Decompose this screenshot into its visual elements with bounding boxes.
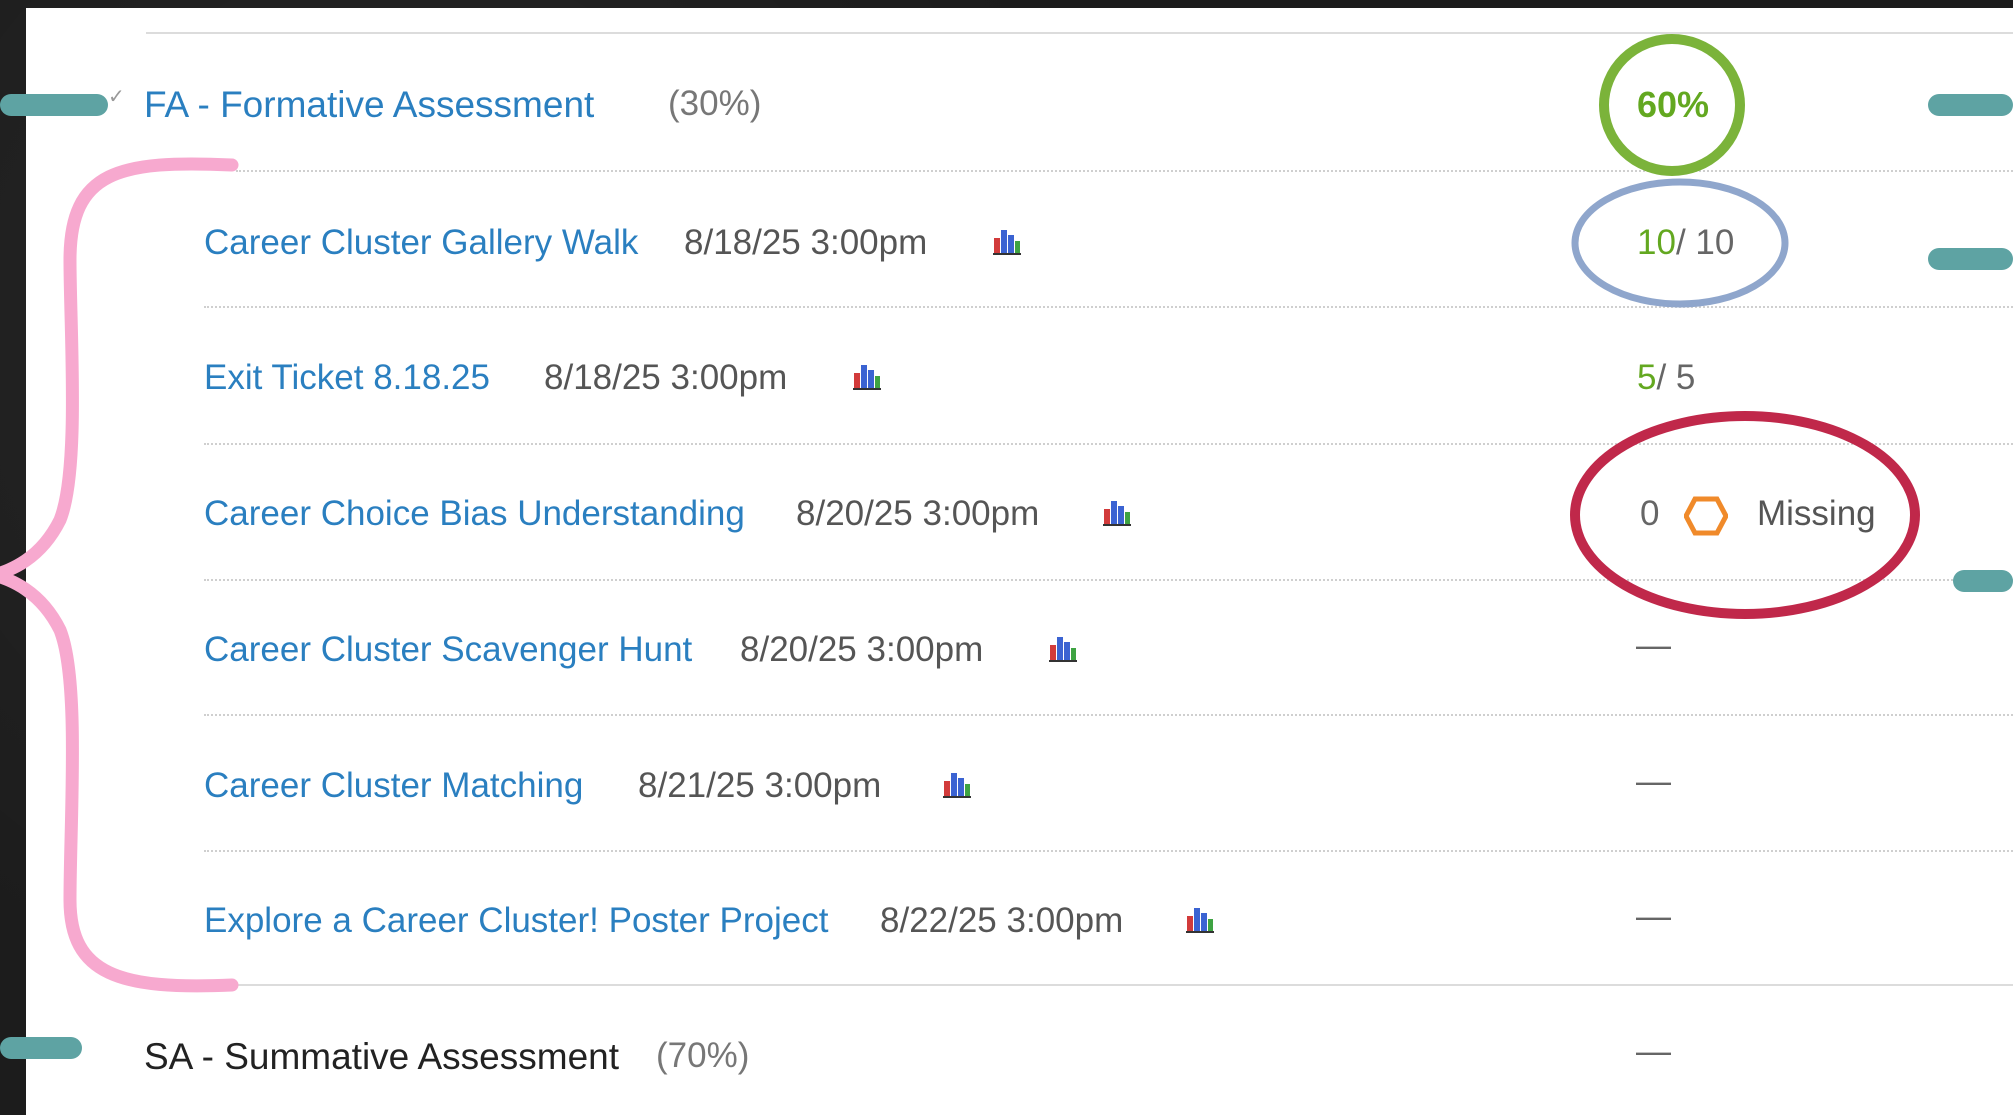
category-title-summative[interactable]: SA - Summative Assessment <box>144 1036 619 1078</box>
assignment-score: — <box>1636 762 1671 801</box>
bar-chart-icon[interactable] <box>1185 904 1215 934</box>
gradebook-panel: ✓ FA - Formative Assessment (30%) 60% Ca… <box>26 8 2013 1115</box>
assignment-due-date: 8/18/25 3:00pm <box>684 223 928 262</box>
category-grade-summative: — <box>1636 1032 1671 1071</box>
row-divider <box>204 443 2013 445</box>
row-divider <box>204 579 2013 581</box>
assignment-score: — <box>1636 897 1671 936</box>
category-title-formative[interactable]: FA - Formative Assessment <box>144 84 594 126</box>
assignment-score: — <box>1636 626 1671 665</box>
assignment-score: 0 <box>1640 494 1660 533</box>
assignment-due-date: 8/22/25 3:00pm <box>880 901 1124 940</box>
assignment-title[interactable]: Exit Ticket 8.18.25 <box>204 358 490 398</box>
bar-chart-icon[interactable] <box>992 226 1022 256</box>
teal-marker <box>0 1037 82 1059</box>
category-grade-formative: 60% <box>1637 84 1710 125</box>
assignment-score: 5/ 5 <box>1637 358 1695 398</box>
assignment-due-date: 8/20/25 3:00pm <box>796 494 1040 533</box>
assignment-title[interactable]: Career Cluster Gallery Walk <box>204 223 638 263</box>
category-divider <box>146 984 2013 986</box>
bar-chart-icon[interactable] <box>1048 633 1078 663</box>
bar-chart-icon[interactable] <box>1102 497 1132 527</box>
category-weight-formative: (30%) <box>668 84 762 123</box>
bar-chart-icon[interactable] <box>942 769 972 799</box>
hexagon-missing-icon <box>1684 496 1728 536</box>
teal-marker <box>1928 248 2013 270</box>
assignment-score: 10/ 10 <box>1637 223 1734 263</box>
teal-marker <box>1953 570 2013 592</box>
teal-marker <box>1928 94 2013 116</box>
row-divider <box>204 714 2013 716</box>
row-divider <box>236 170 2013 172</box>
assignment-title[interactable]: Career Cluster Scavenger Hunt <box>204 630 692 670</box>
assignment-title[interactable]: Career Cluster Matching <box>204 766 583 806</box>
bar-chart-icon[interactable] <box>852 361 882 391</box>
assignment-due-date: 8/21/25 3:00pm <box>638 766 882 805</box>
score-earned: 10 <box>1637 223 1676 262</box>
top-divider <box>146 32 2013 34</box>
category-weight-summative: (70%) <box>656 1036 750 1075</box>
missing-status: Missing <box>1757 494 1876 533</box>
score-max: / 5 <box>1656 358 1696 397</box>
score-earned: 5 <box>1637 358 1657 397</box>
assignment-due-date: 8/20/25 3:00pm <box>740 630 984 669</box>
assignment-due-date: 8/18/25 3:00pm <box>544 358 788 397</box>
row-divider <box>204 850 2013 852</box>
assignment-title[interactable]: Career Choice Bias Understanding <box>204 494 745 534</box>
row-divider <box>204 306 2013 308</box>
teal-marker <box>0 94 108 116</box>
assignment-title[interactable]: Explore a Career Cluster! Poster Project <box>204 901 828 941</box>
score-max: / 10 <box>1675 223 1735 262</box>
collapse-chevron-icon[interactable]: ✓ <box>108 84 125 109</box>
